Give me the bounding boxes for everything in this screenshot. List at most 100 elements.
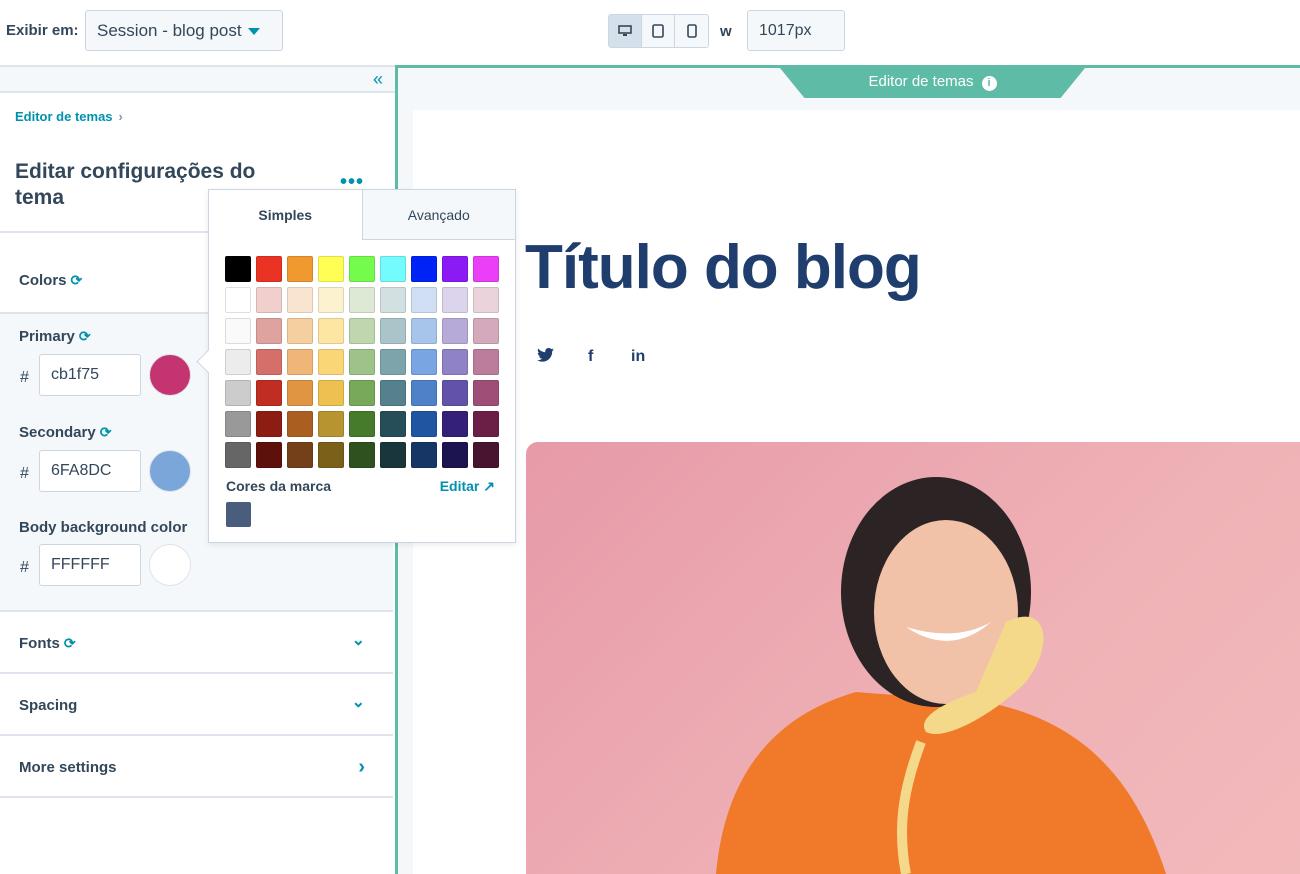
- collapse-sidebar-button[interactable]: «: [0, 67, 395, 93]
- breadcrumb[interactable]: Editor de temas ›: [15, 109, 123, 124]
- color-swatch[interactable]: [380, 349, 406, 375]
- color-swatch[interactable]: [287, 349, 313, 375]
- color-swatch[interactable]: [473, 349, 499, 375]
- color-swatch[interactable]: [225, 442, 251, 468]
- color-swatch[interactable]: [318, 256, 344, 282]
- color-swatch[interactable]: [256, 287, 282, 313]
- theme-editor-banner: Editor de temas i: [780, 68, 1085, 98]
- color-swatch[interactable]: [256, 318, 282, 344]
- color-swatch[interactable]: [473, 411, 499, 437]
- secondary-color-input[interactable]: 6FA8DC: [39, 450, 141, 492]
- color-swatch[interactable]: [442, 380, 468, 406]
- color-swatch[interactable]: [225, 287, 251, 313]
- color-swatch[interactable]: [225, 349, 251, 375]
- color-swatch[interactable]: [380, 442, 406, 468]
- color-swatch[interactable]: [442, 256, 468, 282]
- color-swatch[interactable]: [287, 256, 313, 282]
- twitter-icon[interactable]: [537, 347, 554, 367]
- color-swatch[interactable]: [287, 411, 313, 437]
- desktop-icon: [618, 25, 632, 36]
- color-swatch[interactable]: [318, 411, 344, 437]
- color-swatch[interactable]: [349, 318, 375, 344]
- more-settings-section-header[interactable]: More settings ›: [0, 734, 393, 798]
- body-bg-color-swatch[interactable]: [149, 544, 191, 586]
- color-swatch[interactable]: [287, 380, 313, 406]
- color-swatch[interactable]: [256, 411, 282, 437]
- color-swatch[interactable]: [318, 349, 344, 375]
- breadcrumb-link[interactable]: Editor de temas: [15, 109, 113, 124]
- desktop-button[interactable]: [609, 15, 642, 47]
- fonts-section-header[interactable]: Fonts ⟳ ⌄: [0, 610, 393, 672]
- color-swatch[interactable]: [473, 256, 499, 282]
- color-swatch[interactable]: [287, 287, 313, 313]
- color-swatch[interactable]: [380, 380, 406, 406]
- primary-color-swatch[interactable]: [149, 354, 191, 396]
- info-icon[interactable]: i: [981, 76, 997, 91]
- sync-icon: ⟳: [63, 635, 76, 651]
- tab-simples[interactable]: Simples: [209, 190, 362, 240]
- tablet-button[interactable]: [642, 15, 675, 47]
- sync-icon: ⟳: [99, 424, 112, 440]
- color-swatch[interactable]: [473, 287, 499, 313]
- color-swatch[interactable]: [349, 287, 375, 313]
- color-swatch[interactable]: [287, 442, 313, 468]
- color-swatch[interactable]: [411, 411, 437, 437]
- color-swatch[interactable]: [349, 411, 375, 437]
- color-swatch[interactable]: [225, 318, 251, 344]
- color-swatch[interactable]: [380, 411, 406, 437]
- color-swatch[interactable]: [349, 349, 375, 375]
- tablet-icon: [652, 24, 664, 38]
- view-select-value: Session - blog post: [97, 21, 242, 40]
- color-swatch[interactable]: [318, 380, 344, 406]
- color-swatch[interactable]: [256, 442, 282, 468]
- color-swatch[interactable]: [256, 256, 282, 282]
- color-swatch[interactable]: [380, 318, 406, 344]
- color-swatch[interactable]: [411, 318, 437, 344]
- mobile-button[interactable]: [675, 15, 708, 47]
- color-swatch[interactable]: [225, 256, 251, 282]
- device-toggle: [608, 14, 709, 48]
- width-label: w: [720, 23, 732, 40]
- primary-color-input[interactable]: cb1f75: [39, 354, 141, 396]
- color-swatch[interactable]: [473, 318, 499, 344]
- color-swatch[interactable]: [225, 411, 251, 437]
- divider: [395, 65, 1300, 68]
- view-select[interactable]: Session - blog post: [85, 10, 283, 51]
- color-swatch[interactable]: [380, 287, 406, 313]
- tab-avancado[interactable]: Avançado: [361, 190, 515, 240]
- color-swatch[interactable]: [411, 287, 437, 313]
- color-swatch[interactable]: [256, 380, 282, 406]
- color-swatch[interactable]: [411, 256, 437, 282]
- color-swatch[interactable]: [256, 349, 282, 375]
- color-swatch[interactable]: [442, 349, 468, 375]
- edit-brand-colors-link[interactable]: Editar ↗: [440, 478, 495, 495]
- spacing-section-header[interactable]: Spacing ⌄: [0, 672, 393, 734]
- color-swatch[interactable]: [473, 380, 499, 406]
- color-swatch[interactable]: [318, 318, 344, 344]
- facebook-icon[interactable]: f: [588, 348, 593, 366]
- color-swatch[interactable]: [349, 442, 375, 468]
- width-input[interactable]: 1017px: [747, 10, 845, 51]
- color-swatch[interactable]: [411, 380, 437, 406]
- body-bg-color-input[interactable]: FFFFFF: [39, 544, 141, 586]
- color-swatch[interactable]: [442, 318, 468, 344]
- color-palette-grid: [225, 256, 499, 468]
- secondary-color-swatch[interactable]: [149, 450, 191, 492]
- color-swatch[interactable]: [411, 442, 437, 468]
- caret-down-icon: [247, 28, 260, 36]
- color-swatch[interactable]: [442, 411, 468, 437]
- color-swatch[interactable]: [287, 318, 313, 344]
- color-swatch[interactable]: [318, 442, 344, 468]
- color-swatch[interactable]: [380, 256, 406, 282]
- color-swatch[interactable]: [411, 349, 437, 375]
- color-swatch[interactable]: [349, 256, 375, 282]
- brand-color-swatch[interactable]: [226, 502, 251, 527]
- color-swatch[interactable]: [349, 380, 375, 406]
- linkedin-icon[interactable]: in: [631, 348, 645, 366]
- hash-label: #: [20, 369, 29, 386]
- color-swatch[interactable]: [318, 287, 344, 313]
- color-swatch[interactable]: [225, 380, 251, 406]
- color-swatch[interactable]: [442, 287, 468, 313]
- color-swatch[interactable]: [442, 442, 468, 468]
- color-swatch[interactable]: [473, 442, 499, 468]
